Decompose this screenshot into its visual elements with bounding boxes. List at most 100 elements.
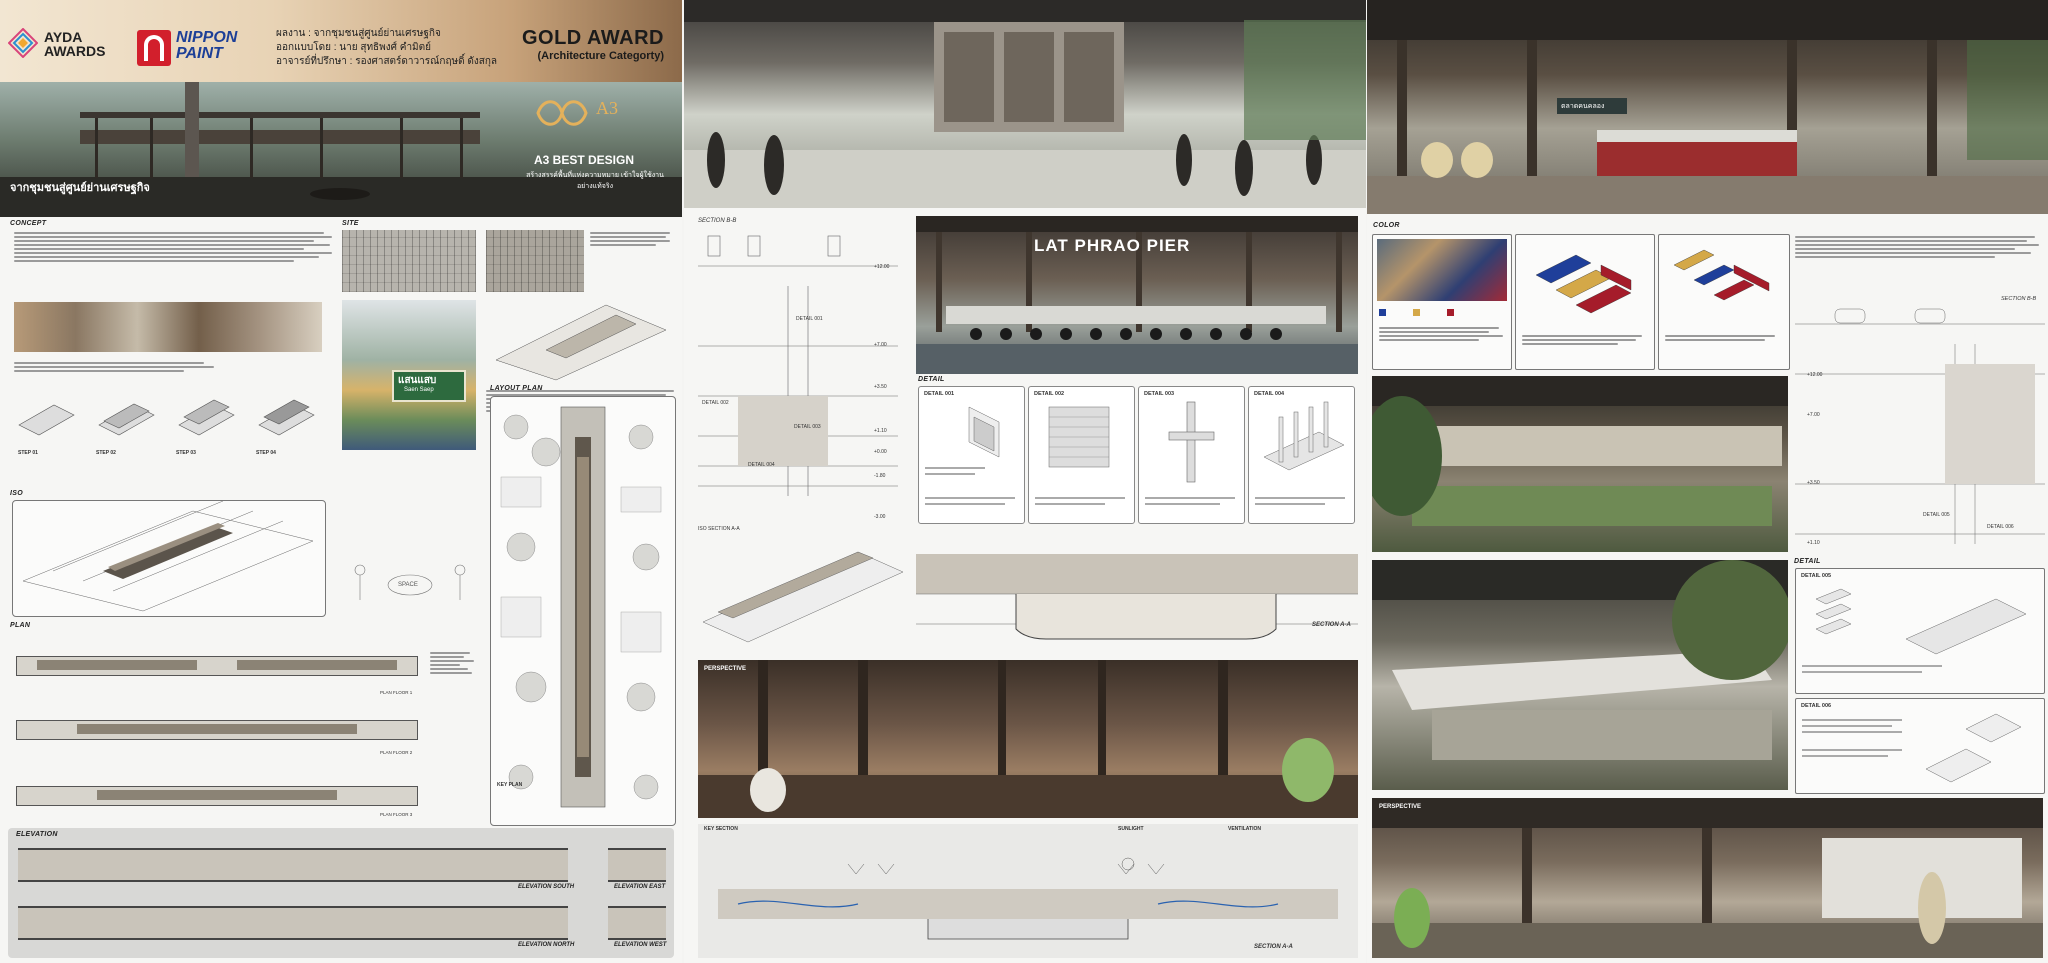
- section-bb-label: SECTION B-B: [698, 218, 737, 224]
- detail3-callout-1: DETAIL 005: [1923, 512, 1950, 518]
- detail-callout-2: DETAIL 002: [702, 400, 729, 406]
- elevation-west-drawing: [608, 906, 666, 940]
- a3-best-design-label: A3 BEST DESIGN: [534, 153, 635, 167]
- site-map-aerial: [342, 230, 476, 292]
- swatch-gold: [1413, 309, 1420, 316]
- level-label-6: -1.80: [874, 473, 886, 479]
- swatch-red: [1447, 309, 1454, 316]
- swatch-blue: [1379, 309, 1386, 316]
- elevation-south-drawing: [18, 848, 568, 882]
- board-3: ตลาดคนคลอง COLOR SECTION B-B +12.00 +7.0…: [1367, 0, 2048, 963]
- section-bb-label-3: SECTION B-B: [2001, 296, 2037, 302]
- board-2: SECTION B-B +12.00 +7.00 +3.50 +1.10 +0.…: [684, 0, 1366, 963]
- detail-006-card: DETAIL 006: [1795, 698, 2045, 794]
- award-title: GOLD AWARD: [521, 27, 664, 49]
- key-section-panel: KEY SECTION SUNLIGHT VENTILATION SECTION…: [698, 824, 1358, 958]
- detail-heading: DETAIL: [918, 376, 945, 383]
- pier-title: LAT PHRAO PIER: [1034, 236, 1191, 255]
- hero-title: จากชุมชนสู่ศูนย์ย่านเศรษฐกิจ: [10, 182, 150, 194]
- level-label-5: +0.00: [874, 449, 887, 455]
- iso-heading: ISO: [10, 490, 23, 497]
- plan-floor-3-drawing: [16, 786, 418, 806]
- plan-floor-3-label: PLAN FLOOR 3: [380, 812, 413, 817]
- a3-mark-text: A3: [596, 98, 618, 118]
- credit-designer: ออกแบบโดย : นาย สุทธิพงศ์ คำมิตย์: [276, 42, 432, 53]
- site-axonometric: [495, 304, 667, 381]
- plan-floor-2-label: PLAN FLOOR 2: [380, 750, 413, 755]
- credit-advisor: อาจารย์ที่ปรึกษา : รองศาสตร์ดาวารณ์กฤษดิ…: [276, 56, 498, 67]
- board-1-header: AYDA AWARDS NIPPON PAINT ผลงาน : จากชุมช…: [0, 0, 682, 82]
- concept-heading: CONCEPT: [10, 220, 47, 227]
- hero-photo-market: [1367, 0, 2048, 214]
- step-1-label: STEP 01: [18, 450, 38, 456]
- elevation-panel: ELEVATION ELEVATION SOUTH ELEVATION EAST…: [8, 828, 674, 958]
- site-collage: แสนแสบ Saen Saep: [342, 300, 476, 450]
- color-model-2-text: [1665, 333, 1783, 343]
- plan-legend: [430, 650, 480, 676]
- nippon-paint-mark-icon: [137, 30, 171, 66]
- step-3-label: STEP 03: [176, 450, 196, 456]
- detail-001-label: DETAIL 001: [924, 391, 955, 397]
- market-sign-text: ตลาดคนคลอง: [1561, 103, 1605, 110]
- level-label-3: +3.50: [874, 384, 887, 390]
- elevation-south-label: ELEVATION SOUTH: [518, 884, 575, 890]
- level-label-7: -3.00: [874, 514, 886, 520]
- level3-label-3: +3.50: [1807, 480, 1820, 486]
- section-bb-drawing-3: [1795, 308, 2045, 544]
- color-model-1-text: [1522, 333, 1647, 347]
- plan-floor-1-label: PLAN FLOOR 1: [380, 690, 413, 695]
- space-label: SPACE: [398, 582, 418, 588]
- sunlight-label: SUNLIGHT: [1118, 826, 1144, 832]
- detail-006-label: DETAIL 006: [1801, 703, 1832, 709]
- perspective-photo-walkway: [1367, 376, 1788, 552]
- credit-project: ผลงาน : จากชุมชนสู่ศูนย์ย่านเศรษฐกิจ: [276, 28, 441, 39]
- key-section-aa-label: SECTION A-A: [1254, 944, 1293, 950]
- color-model-card-2: [1658, 234, 1790, 370]
- level-label-2: +7.00: [874, 342, 887, 348]
- iso-drawing: [12, 500, 326, 617]
- ayda-awards-logo: AYDA AWARDS: [44, 29, 106, 59]
- site-heading: SITE: [342, 220, 359, 227]
- color-heading: COLOR: [1373, 222, 1400, 229]
- detail-003-label: DETAIL 003: [1144, 391, 1175, 397]
- perspective-label: PERSPECTIVE: [704, 666, 747, 672]
- key-section-label: KEY SECTION: [704, 826, 738, 832]
- saen-saep-sign-sub: Saen Saep: [404, 387, 434, 393]
- nippon-paint-logo: NIPPON PAINT: [176, 29, 238, 62]
- perspective-photo-canal-deck: [1372, 560, 1792, 790]
- level-label-1: +12.00: [874, 264, 890, 270]
- concept-photo-strip: [14, 302, 322, 352]
- detail-callout-4: DETAIL 004: [748, 462, 775, 468]
- award-block: GOLD AWARD (Architecture Categorty): [522, 27, 664, 62]
- elevation-east-label: ELEVATION EAST: [614, 884, 666, 890]
- section-aa-drawing: [916, 554, 1358, 640]
- perspective-photo-interior: [698, 660, 1358, 818]
- layout-plan-drawing: KEY PLAN: [490, 396, 676, 826]
- perspective-photo-gallery: [1372, 798, 2043, 958]
- plan-floor-2-drawing: [16, 720, 418, 740]
- detail-002-label: DETAIL 002: [1034, 391, 1065, 397]
- elevation-west-label: ELEVATION WEST: [614, 942, 667, 948]
- color-reference-photo: [1377, 239, 1507, 301]
- hero-photo-underpass: [684, 0, 1366, 208]
- detail-004-card: DETAIL 004: [1248, 386, 1355, 524]
- award-subtitle: (Architecture Categorty): [537, 50, 664, 62]
- site-notes: [590, 230, 672, 248]
- detail-heading-3: DETAIL: [1794, 558, 1821, 565]
- step-4-label: STEP 04: [256, 450, 276, 456]
- layout-plan-heading: LAYOUT PLAN: [490, 385, 543, 392]
- saen-saep-sign: แสนแสบ: [398, 375, 437, 386]
- detail-callout-1: DETAIL 001: [796, 316, 823, 322]
- elevation-heading: ELEVATION: [16, 831, 58, 838]
- ayda-diamond-icon: [8, 28, 38, 58]
- section-bb-text: [1795, 234, 2041, 260]
- key-plan-label: KEY PLAN: [497, 782, 523, 788]
- level-label-4: +1.10: [874, 428, 887, 434]
- level3-label-1: +12.00: [1807, 372, 1823, 378]
- elevation-north-label: ELEVATION NORTH: [518, 942, 575, 948]
- concept-note: [14, 360, 214, 374]
- market-sign: ตลาดคนคลอง: [1557, 98, 1627, 114]
- color-text: [1379, 325, 1504, 343]
- detail-003-card: DETAIL 003: [1138, 386, 1245, 524]
- detail-002-card: DETAIL 002: [1028, 386, 1135, 524]
